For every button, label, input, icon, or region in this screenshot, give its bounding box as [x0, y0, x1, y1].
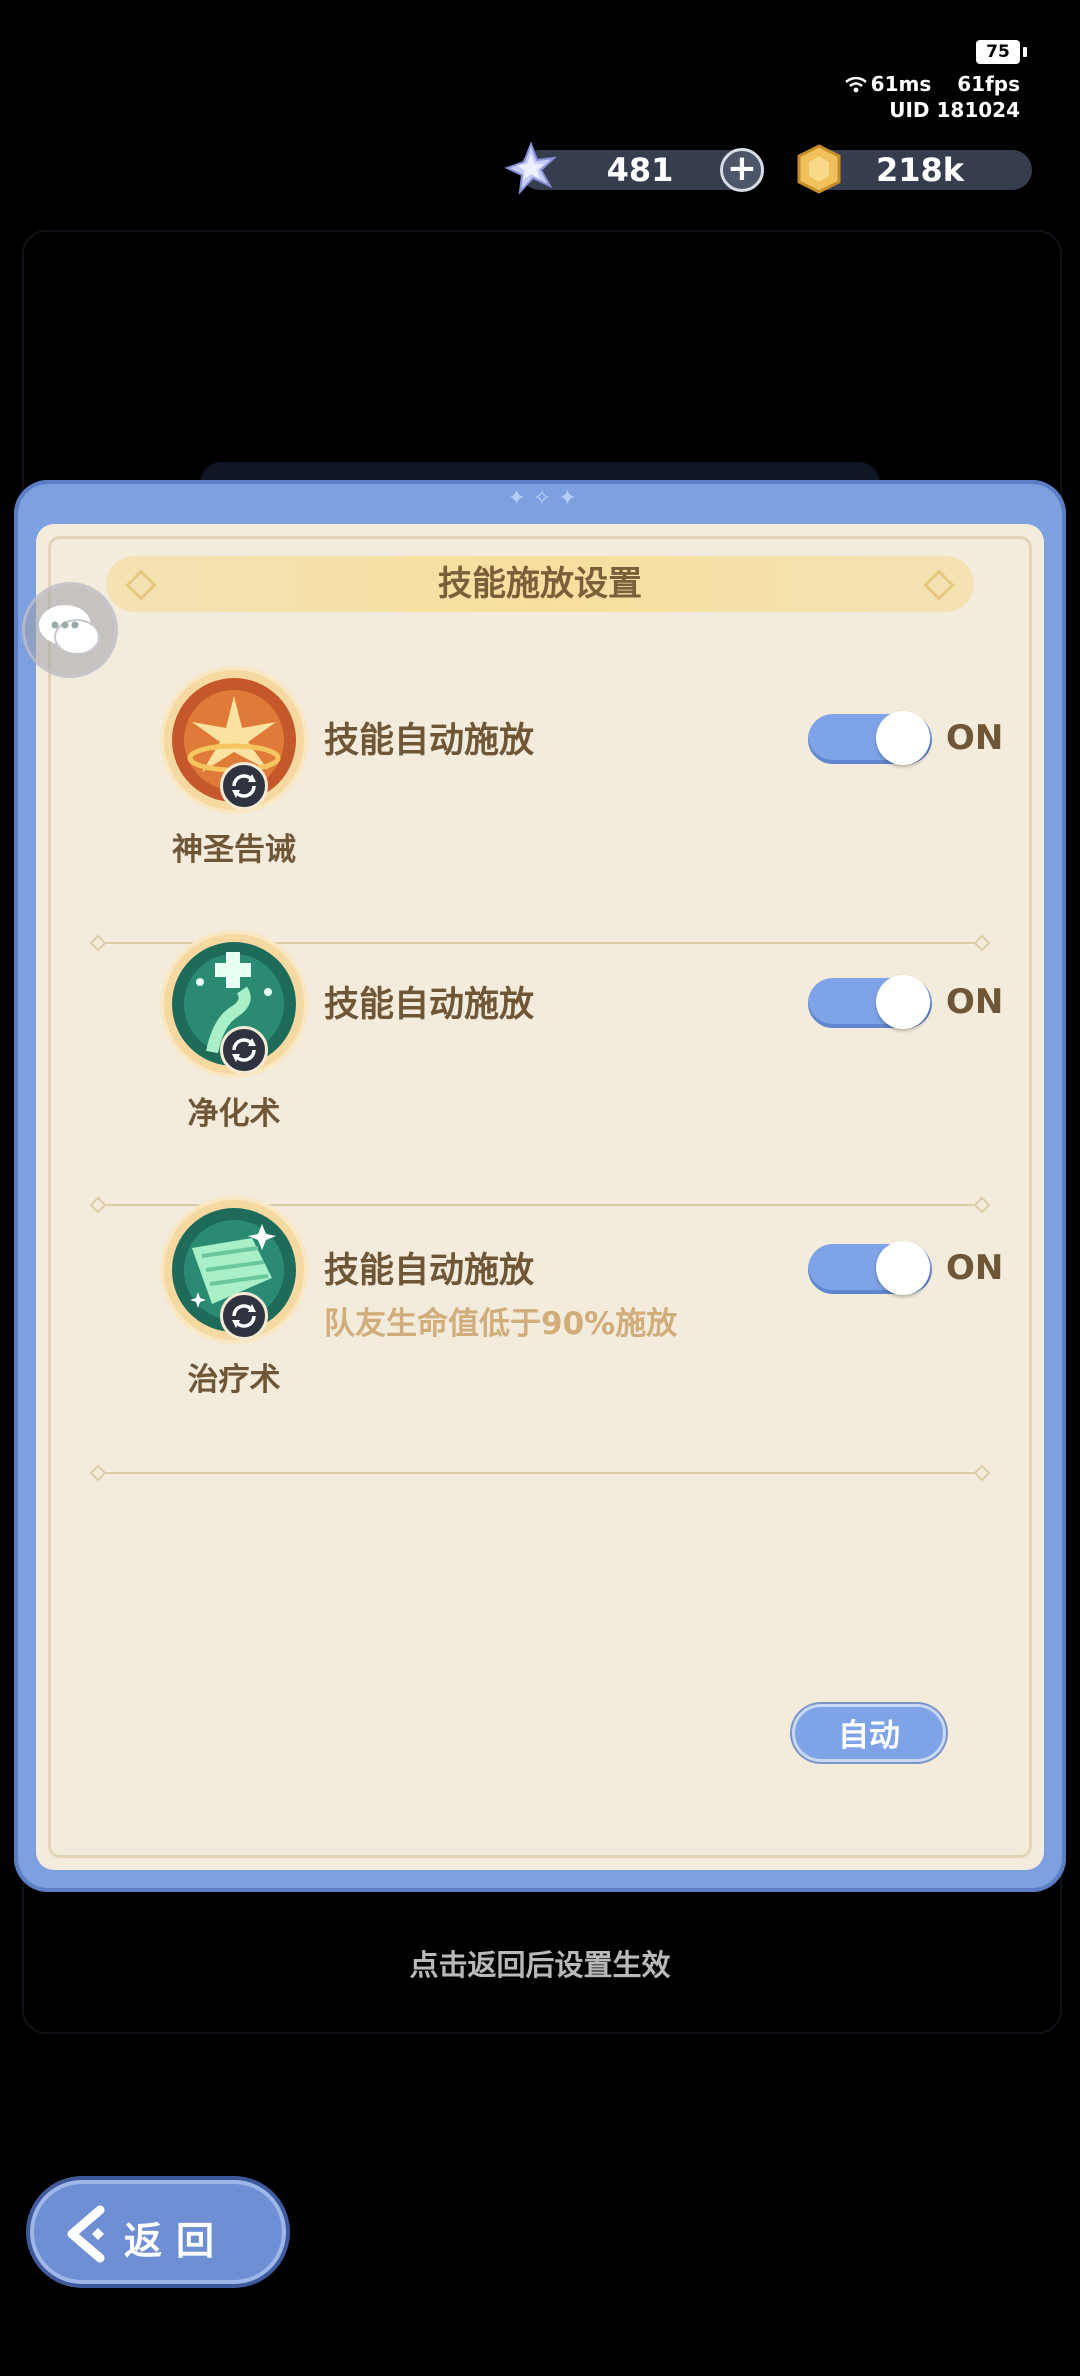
skill-name: 神圣告诫 — [172, 832, 296, 868]
sync-icon — [220, 762, 268, 810]
dialog-title: 技能施放设置 — [438, 564, 642, 604]
toggle-knob — [876, 711, 930, 765]
auto-cast-toggle[interactable] — [808, 1241, 932, 1295]
fps-text: 61fps — [957, 72, 1020, 96]
dialog-title-bar: 技能施放设置 — [106, 556, 974, 612]
sync-icon — [220, 1026, 268, 1074]
star-gem-icon — [504, 142, 557, 195]
auto-cast-label: 技能自动施放 — [324, 985, 535, 1025]
network-info: 61ms 61fps — [844, 72, 1020, 98]
toggle-knob — [876, 1241, 930, 1295]
skill-name: 净化术 — [187, 1096, 281, 1132]
chat-icon — [39, 605, 100, 655]
toggle-state: ON — [946, 718, 1004, 758]
toggle-state: ON — [946, 982, 1004, 1022]
gold-counter: 218k — [797, 144, 1032, 194]
gold-amount: 218k — [875, 151, 965, 189]
back-button[interactable]: 返回 — [30, 2180, 286, 2284]
dialog-body: 技能施放设置 神圣告诫 技能自动施放 ON 净化术 技能自动施放 ON 治疗术 … — [36, 524, 1044, 1870]
row-divider — [98, 1472, 982, 1474]
sync-icon — [220, 1292, 268, 1340]
auto-button[interactable]: 自动 — [792, 1704, 946, 1762]
battery-indicator: 75 — [976, 40, 1027, 64]
chat-bubble-button[interactable] — [22, 582, 118, 678]
uid-text: UID 181024 — [889, 98, 1020, 122]
gem-amount: 481 — [606, 151, 674, 189]
status-bar: 75 61ms 61fps UID 181024 — [820, 40, 1027, 122]
auto-cast-toggle[interactable] — [808, 711, 932, 765]
auto-cast-label: 技能自动施放 — [324, 721, 535, 761]
wifi-icon — [844, 74, 867, 98]
skill-settings-dialog: ✦ ✧ ✦ 技能施放设置 神圣告诫 技能自动施放 ON 净化术 技能自动施放 O… — [14, 480, 1066, 1892]
gold-coin-icon — [797, 144, 841, 194]
toggle-state: ON — [946, 1248, 1004, 1288]
cast-condition: 队友生命值低于90%施放 — [324, 1306, 678, 1342]
auto-cast-toggle[interactable] — [808, 975, 932, 1029]
settings-hint: 点击返回后设置生效 — [409, 1948, 671, 1982]
back-label: 返回 — [124, 2219, 229, 2263]
auto-cast-label: 技能自动施放 — [324, 1251, 535, 1291]
skill-name: 治疗术 — [187, 1362, 281, 1398]
dialog-top-ornament: ✦ ✧ ✦ — [507, 486, 577, 511]
toggle-knob — [876, 975, 930, 1029]
ping-text: 61ms — [870, 72, 932, 96]
back-arrow-icon — [67, 2205, 105, 2263]
add-gems-button[interactable]: + — [720, 148, 764, 192]
